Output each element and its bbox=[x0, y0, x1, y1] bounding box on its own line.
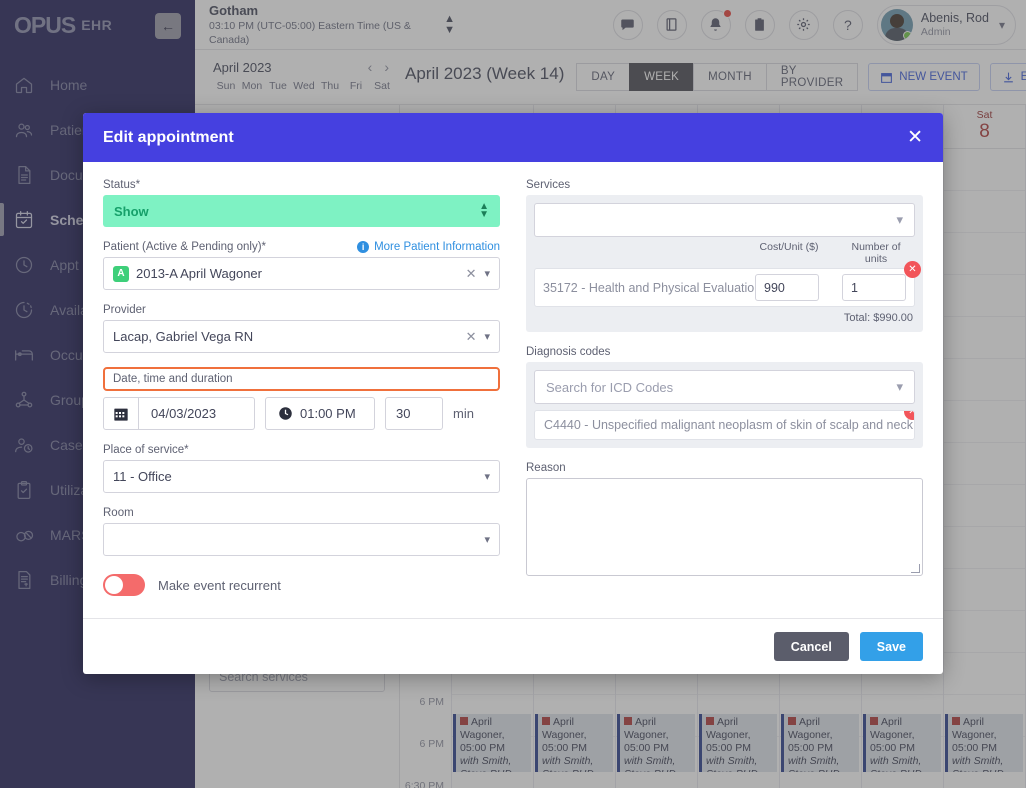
date-input[interactable]: 04/03/2023 bbox=[139, 397, 255, 430]
diagnosis-search-select[interactable]: Search for ICD Codes ▾ bbox=[534, 370, 915, 404]
resize-handle-icon[interactable] bbox=[911, 564, 920, 573]
calendar-icon[interactable] bbox=[103, 397, 139, 430]
duration-unit-label: min bbox=[453, 406, 474, 421]
duration-value: 30 bbox=[396, 406, 411, 421]
provider-value: Lacap, Gabriel Vega RN bbox=[113, 329, 254, 344]
patient-label: Patient (Active & Pending only)* bbox=[103, 241, 267, 253]
save-button[interactable]: Save bbox=[859, 632, 923, 661]
service-units-value: 1 bbox=[851, 280, 858, 295]
patient-select[interactable]: A 2013-A April Wagoner ✕ ▾ bbox=[103, 257, 500, 290]
place-of-service-label: Place of service* bbox=[103, 444, 189, 456]
more-patient-information-label: More Patient Information bbox=[374, 241, 500, 253]
chevron-down-icon[interactable]: ▾ bbox=[484, 470, 490, 483]
status-label: Status* bbox=[103, 179, 141, 191]
modal-footer: Cancel Save bbox=[83, 618, 943, 674]
services-total: Total: $990.00 bbox=[843, 312, 913, 324]
services-select[interactable]: ▾ bbox=[534, 203, 915, 237]
service-row: 35172 - Health and Physical Evaluation 99… bbox=[534, 261, 921, 307]
diagnosis-box: Search for ICD Codes ▾ C4440 - Unspecifi… bbox=[526, 362, 923, 448]
diagnosis-codes-label: Diagnosis codes bbox=[526, 346, 611, 358]
diagnosis-code: C4440 - Unspecified malignant neoplasm o… bbox=[544, 418, 913, 432]
patient-active-badge: A bbox=[113, 265, 129, 282]
place-of-service-value: 11 - Office bbox=[113, 469, 172, 484]
remove-service-icon[interactable]: ✕ bbox=[904, 261, 921, 278]
services-table: Cost/Unit ($) Number of units 35172 - He… bbox=[534, 241, 921, 324]
chevron-down-icon[interactable]: ▾ bbox=[896, 379, 903, 395]
edit-appointment-modal: Edit appointment ✕ Status* Show ▲ ▼ Patie… bbox=[83, 113, 943, 674]
make-event-recurrent-label: Make event recurrent bbox=[158, 577, 281, 593]
provider-label: Provider bbox=[103, 304, 146, 316]
services-col-units: Number of units bbox=[851, 241, 901, 265]
recurrent-toggle-row: Make event recurrent bbox=[103, 574, 500, 596]
diagnosis-placeholder: Search for ICD Codes bbox=[546, 379, 674, 395]
service-cost-input[interactable]: 990 bbox=[755, 274, 819, 301]
status-select[interactable]: Show ▲ ▼ bbox=[103, 195, 500, 227]
service-cost-value: 990 bbox=[764, 280, 785, 295]
make-event-recurrent-toggle[interactable] bbox=[103, 574, 145, 596]
duration-input[interactable]: 30 bbox=[385, 397, 443, 430]
chevron-down-icon[interactable]: ▾ bbox=[484, 533, 490, 546]
date-time-duration-row: 04/03/2023 01:00 PM 30 min bbox=[103, 397, 500, 430]
date-time-duration-label: Date, time and duration bbox=[103, 367, 500, 391]
diagnosis-rows: C4440 - Unspecified malignant neoplasm o… bbox=[534, 410, 915, 440]
place-of-service-select[interactable]: 11 - Office ▾ bbox=[103, 460, 500, 493]
more-patient-information-link[interactable]: i More Patient Information bbox=[357, 241, 500, 253]
service-units-input[interactable]: 1 bbox=[842, 274, 906, 301]
patient-value: 2013-A April Wagoner bbox=[136, 266, 262, 281]
chevron-down-icon[interactable]: ▾ bbox=[484, 330, 490, 343]
services-table-head: Cost/Unit ($) Number of units bbox=[534, 241, 915, 265]
modal-body: Status* Show ▲ ▼ Patient (Active & Pendin… bbox=[83, 162, 943, 618]
date-time-duration-group: Date, time and duration 04/03/2023 01:00… bbox=[103, 367, 500, 430]
chevron-down-icon[interactable]: ▾ bbox=[484, 267, 490, 280]
stepper-icon: ▲ ▼ bbox=[479, 201, 489, 220]
services-label: Services bbox=[526, 179, 571, 191]
modal-header: Edit appointment ✕ bbox=[83, 113, 943, 162]
date-value: 04/03/2023 bbox=[151, 406, 217, 421]
room-label: Room bbox=[103, 507, 134, 519]
chevron-down-icon[interactable]: ▾ bbox=[896, 212, 903, 228]
services-rows: 35172 - Health and Physical Evaluation 99… bbox=[534, 261, 921, 307]
patient-label-row: Patient (Active & Pending only)* i More … bbox=[103, 241, 500, 253]
clear-provider-icon[interactable]: ✕ bbox=[466, 329, 477, 345]
status-value: Show bbox=[114, 203, 149, 219]
room-select[interactable]: ▾ bbox=[103, 523, 500, 556]
diagnosis-row: C4440 - Unspecified malignant neoplasm o… bbox=[534, 410, 915, 440]
modal-left-column: Status* Show ▲ ▼ Patient (Active & Pendin… bbox=[103, 179, 500, 596]
modal-right-column: Services ▾ Cost/Unit ($) Number of units… bbox=[526, 179, 923, 596]
info-icon: i bbox=[357, 241, 370, 253]
services-col-cost: Cost/Unit ($) bbox=[759, 241, 819, 253]
clock-icon bbox=[279, 407, 292, 420]
reason-label: Reason bbox=[526, 462, 566, 474]
service-name: 35172 - Health and Physical Evaluation bbox=[543, 280, 755, 295]
close-icon[interactable]: ✕ bbox=[907, 128, 923, 147]
time-input[interactable]: 01:00 PM bbox=[265, 397, 375, 430]
time-value: 01:00 PM bbox=[300, 406, 356, 421]
provider-select[interactable]: Lacap, Gabriel Vega RN ✕ ▾ bbox=[103, 320, 500, 353]
modal-title: Edit appointment bbox=[103, 128, 234, 146]
clear-patient-icon[interactable]: ✕ bbox=[466, 266, 477, 282]
reason-textarea[interactable] bbox=[526, 478, 923, 576]
services-box: ▾ Cost/Unit ($) Number of units 35172 - … bbox=[526, 195, 923, 332]
cancel-button[interactable]: Cancel bbox=[773, 632, 849, 661]
